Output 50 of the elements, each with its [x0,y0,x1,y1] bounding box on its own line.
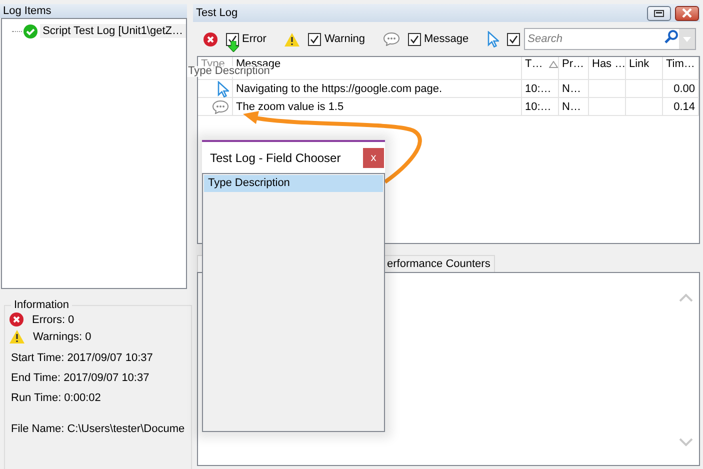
filter-label: Message [424,33,469,45]
pane-title: Log Items [0,4,187,18]
cursor-icon [217,80,229,98]
count-label: Errors: 0 [32,314,74,326]
column-header[interactable]: Link [629,58,650,70]
table-cell: N… [559,80,589,98]
checkbox[interactable] [408,32,422,46]
caret-icon [682,36,691,42]
tab[interactable]: erformance Counters [382,255,496,272]
info-text: Start Time: 2017/09/07 10:37 [11,352,154,365]
check-icon [22,24,38,38]
error-icon[interactable] [203,32,218,46]
table-cell: 10:… [522,98,559,116]
column-header[interactable]: Tim… [666,58,695,70]
info-text: File Name: C:\Users\tester\Docume [11,423,185,436]
count-label: Warnings: 0 [33,330,92,342]
tree-item[interactable]: Script Test Log [Unit1\getZ… [40,24,186,38]
column-header[interactable]: Pr… [562,58,584,70]
search-field[interactable]: Search [524,28,696,50]
column-header[interactable]: T… [525,58,558,70]
dialog-title: Test Log - Field Chooser [210,150,341,164]
close-button[interactable] [675,6,699,20]
restore-button[interactable] [647,6,671,20]
drop-arrow-icon [228,41,239,52]
error-icon [9,312,24,327]
info-text: Run Time: 0:00:02 [11,392,102,405]
sort-icon [548,60,558,68]
checkbox[interactable] [308,32,322,46]
group-title: Information [13,299,70,311]
table-cell: N… [559,98,589,116]
list-item[interactable]: Type Description [204,175,383,192]
table-cell: 0.00 [663,80,699,98]
column-header[interactable]: Has … [592,58,626,70]
restore-icon [653,8,665,18]
close-button[interactable]: x [363,148,384,168]
close-icon [681,8,693,18]
filter-label: Error [242,33,266,45]
cursor-icon[interactable] [486,30,499,48]
warning-icon[interactable] [284,32,300,46]
speech-bubble-icon[interactable] [383,32,400,46]
info-text: End Time: 2017/09/07 10:37 [11,372,150,385]
table-cell: 10:… [522,80,559,98]
table-cell: Navigating to the https://google.com page. [233,80,522,98]
warning-icon [9,329,25,344]
filter-label: Warning [324,33,366,45]
speech-bubble-icon [212,100,229,114]
pane-title: Test Log [196,6,238,21]
table-cell: 0.14 [663,98,699,116]
search-icon[interactable] [664,29,679,44]
checkbox[interactable] [506,32,520,46]
